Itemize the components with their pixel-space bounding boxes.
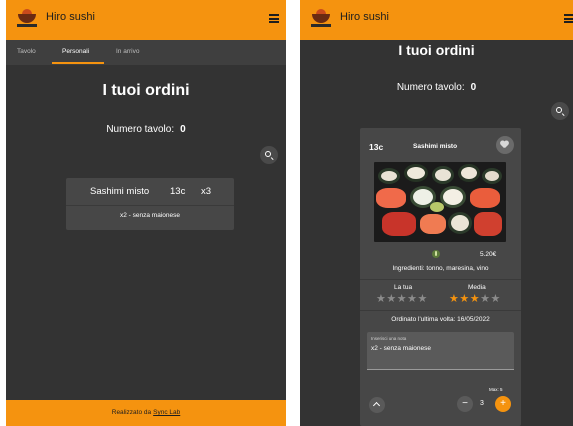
- app-bar: Hiro sushi: [6, 0, 286, 40]
- order-quantity: x3: [201, 186, 212, 197]
- own-rating-star-icon-4[interactable]: ★: [407, 293, 417, 305]
- increase-quantity-button[interactable]: +: [495, 396, 511, 412]
- table-number-label: Numero tavolo:: [106, 124, 175, 135]
- orders-list-screen: Hiro sushi Tavolo Personali In arrivo I …: [6, 0, 286, 426]
- note-label: Inserisci una nota: [371, 336, 407, 341]
- favorite-button[interactable]: [496, 136, 514, 154]
- dish-ingredients: Ingredienti: tonno, maresina, vino: [392, 265, 489, 272]
- restaurant-logo: [16, 8, 38, 30]
- page-title: I tuoi ordini: [102, 82, 190, 99]
- leaf-icon: [432, 250, 440, 258]
- tab-tavolo[interactable]: Tavolo: [17, 48, 36, 55]
- chevron-up-icon: [372, 401, 381, 410]
- app-bar-right: Hiro sushi: [300, 0, 573, 40]
- own-rating-star-icon-1[interactable]: ★: [376, 293, 386, 305]
- avg-rating-star-icon-1: ★: [449, 293, 460, 305]
- order-summary-row: Sashimi misto 13c x3: [66, 178, 234, 206]
- restaurant-logo-right: [310, 8, 332, 30]
- avg-rating-star-icon-3: ★: [469, 293, 481, 305]
- decrease-quantity-button[interactable]: −: [457, 396, 473, 412]
- table-number-row: Numero tavolo: 0: [6, 124, 286, 135]
- sync-lab-link[interactable]: Sync Lab: [153, 409, 180, 416]
- zoom-button-right[interactable]: [551, 102, 569, 120]
- order-name: Sashimi misto: [90, 186, 150, 197]
- page-title-right: I tuoi ordini: [398, 42, 475, 58]
- order-note: x2 - senza maionese: [120, 212, 180, 219]
- screenshot-stage: Hiro sushi Tavolo Personali In arrivo I …: [0, 0, 573, 426]
- own-rating-star-icon-2[interactable]: ★: [386, 293, 396, 305]
- tab-bar: Tavolo Personali In arrivo: [6, 40, 286, 65]
- table-number-label-right: Numero tavolo:: [396, 82, 465, 93]
- own-rating-stars[interactable]: ★★★★★: [376, 294, 428, 305]
- zoom-button[interactable]: [260, 146, 278, 164]
- last-ordered-date: Ordinato l'ultima volta: 16/05/2022: [391, 316, 490, 323]
- table-number-row-right: Numero tavolo: 0: [300, 82, 573, 93]
- dish-detail-card: 13c Sashimi misto 5.20€ Ingredienti: ton…: [360, 128, 521, 426]
- order-code: 13c: [170, 186, 186, 197]
- tab-personali[interactable]: Personali: [62, 48, 89, 55]
- avg-rating-label: Media: [468, 284, 486, 291]
- divider: [360, 310, 521, 311]
- table-number-value: 0: [180, 124, 186, 135]
- app-title-right: Hiro sushi: [340, 11, 389, 23]
- dish-code: 13c: [369, 142, 384, 152]
- app-title: Hiro sushi: [46, 11, 95, 23]
- order-detail-screen: Hiro sushi I tuoi ordini Numero tavolo: 0…: [300, 0, 573, 426]
- order-card[interactable]: Sashimi misto 13c x3 x2 - senza maionese: [66, 178, 234, 230]
- max-quantity-label: Max: 5: [489, 387, 503, 392]
- zoom-icon: [265, 151, 271, 157]
- avg-rating-star-icon-2: ★: [459, 293, 470, 305]
- active-tab-indicator: [52, 62, 104, 64]
- avg-rating-stars: ★★★★★: [449, 294, 501, 305]
- avg-rating-star-icon-4: ★: [480, 293, 491, 305]
- note-input[interactable]: [371, 345, 509, 352]
- collapse-button[interactable]: [369, 397, 385, 413]
- dish-name: Sashimi misto: [413, 143, 458, 150]
- hamburger-icon-right[interactable]: [564, 14, 573, 23]
- divider: [360, 279, 521, 280]
- own-rating-label: La tua: [394, 284, 413, 291]
- own-rating-star-icon-3[interactable]: ★: [397, 293, 407, 305]
- hamburger-icon[interactable]: [269, 14, 279, 23]
- footer-text: Realizzato da: [111, 409, 152, 416]
- heart-icon: [501, 141, 509, 149]
- dish-photo: [374, 162, 506, 242]
- table-number-value-right: 0: [470, 82, 477, 93]
- footer: Realizzato da Sync Lab: [6, 400, 286, 426]
- tab-in-arrivo[interactable]: In arrivo: [116, 48, 139, 55]
- note-field[interactable]: Inserisci una nota: [367, 332, 514, 370]
- avg-rating-star-icon-5: ★: [490, 293, 501, 305]
- quantity-value: 3: [480, 400, 484, 407]
- dish-price: 5.20€: [480, 251, 497, 258]
- zoom-icon-right: [556, 107, 562, 113]
- own-rating-star-icon-5[interactable]: ★: [418, 293, 428, 305]
